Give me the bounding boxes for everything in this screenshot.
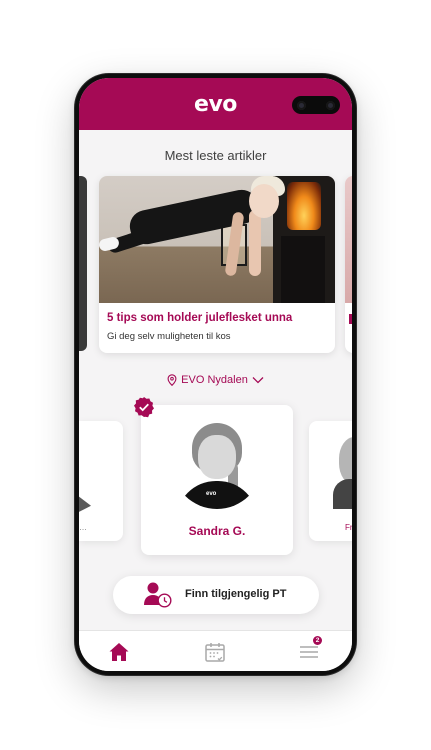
trainer-previous-name: … [79,523,87,532]
location-pin-icon [167,374,177,386]
trainer-next-name: Fr [345,523,352,532]
verified-badge-icon [134,397,154,418]
article-card[interactable]: 5 tips som holder juleflesket unna Gi de… [99,176,335,353]
trainer-clock-icon [144,582,172,608]
article-title: 5 tips som holder juleflesket unna [107,312,293,324]
home-icon [109,643,129,661]
phone-frame: evo Mest leste artikler 5 tips som holde… [75,74,356,675]
notification-badge: 2 [313,636,322,645]
article-image [99,176,335,303]
nav-home[interactable] [107,640,131,664]
location-selector[interactable]: EVO Nydalen [79,374,352,386]
camera-cutout [292,96,340,114]
trainer-card-next[interactable]: Fr [309,421,352,541]
trainer-card-previous[interactable]: … [79,421,123,541]
location-label: EVO Nydalen [181,374,248,386]
app-screen: evo Mest leste artikler 5 tips som holde… [79,78,352,671]
article-subtitle: Gi deg selv muligheten til kos [107,331,231,342]
article-card-next[interactable] [345,176,352,353]
bottom-navigation: 2 [79,630,352,671]
article-card-previous[interactable] [79,176,87,351]
find-available-pt-button[interactable]: Finn tilgjengelig PT [113,576,319,614]
trainer-card[interactable]: evo Sandra G. [141,405,293,555]
calendar-icon [205,643,225,662]
chevron-down-icon [252,377,264,384]
section-title-most-read: Mest leste artikler [164,148,267,163]
page-background: evo Mest leste artikler 5 tips som holde… [0,0,431,750]
nav-calendar[interactable] [203,640,227,664]
evo-logo: evo [194,91,237,117]
nav-menu[interactable]: 2 [297,636,322,664]
trainer-avatar: evo [172,419,262,509]
find-pt-label: Finn tilgjengelig PT [185,588,287,600]
trainer-name: Sandra G. [188,524,246,538]
app-header: evo [79,78,352,130]
